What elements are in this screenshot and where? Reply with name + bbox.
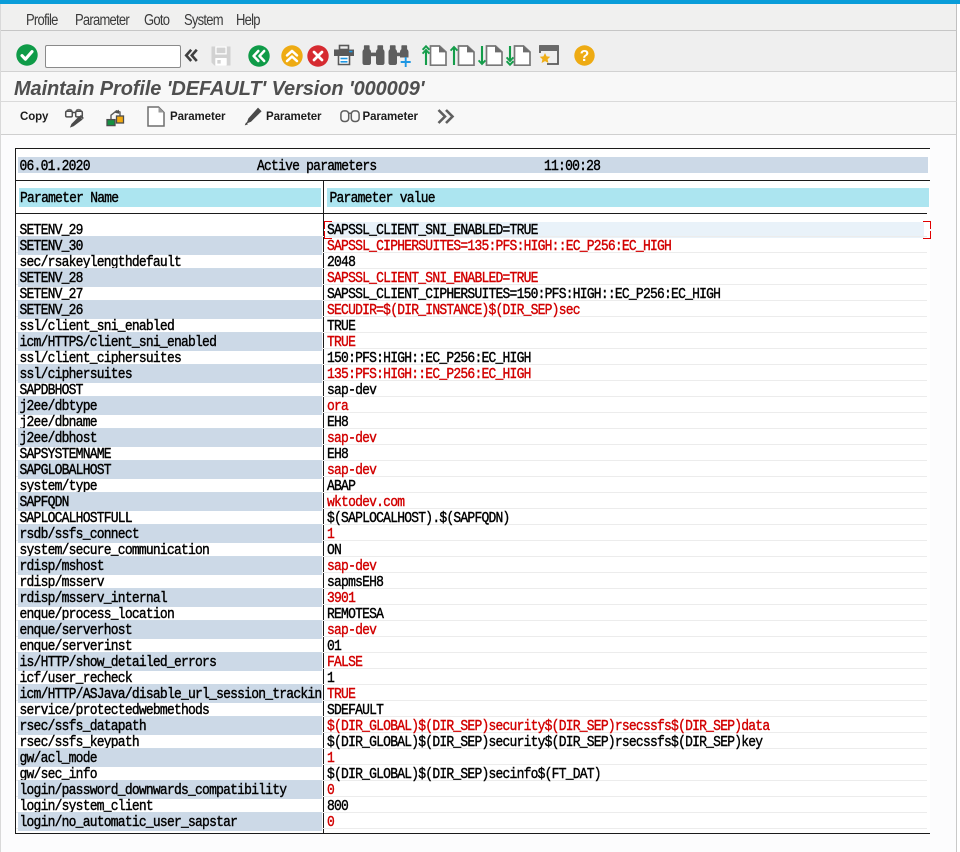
svg-text:?: ? bbox=[579, 48, 588, 65]
